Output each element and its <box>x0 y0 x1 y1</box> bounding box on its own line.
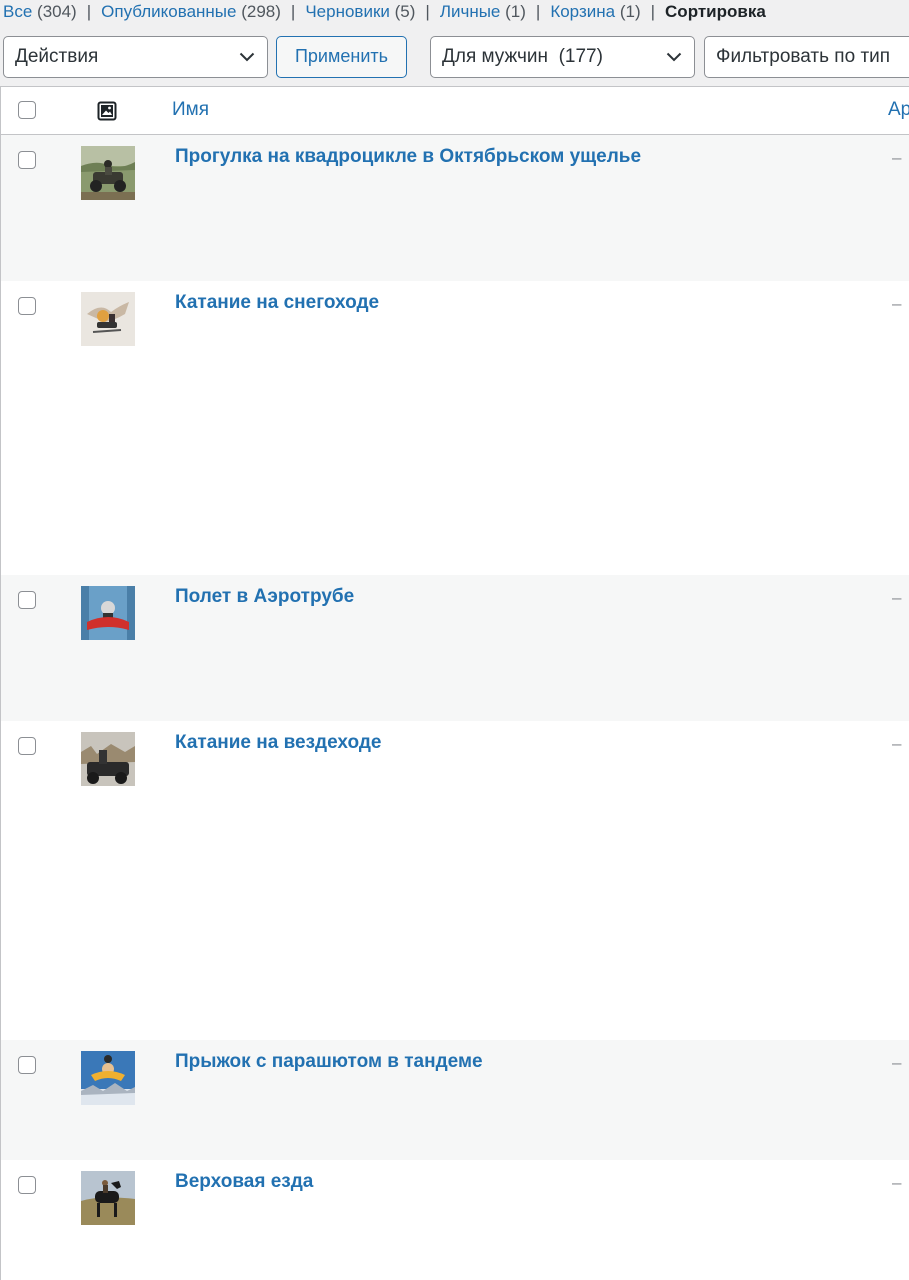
horse-riding-photo-icon[interactable] <box>81 1171 135 1225</box>
views-filter: Все (304) | Опубликованные (298) | Черновики… <box>3 0 766 24</box>
table-row: Катание на снегоходе – <box>1 281 909 575</box>
row-dash: – <box>892 734 902 753</box>
row-dash: – <box>892 588 902 607</box>
row-checkbox[interactable] <box>18 151 36 169</box>
row-checkbox[interactable] <box>18 1176 36 1194</box>
type-filter-value: Фильтровать по тип <box>716 46 891 67</box>
view-published-count: (298) <box>241 2 281 21</box>
row-dash: – <box>892 294 902 313</box>
separator: | <box>86 2 92 21</box>
row-title-link[interactable]: Полет в Аэротрубе <box>175 586 354 608</box>
bulk-actions-value: Действия <box>15 46 99 67</box>
view-drafts-link[interactable]: Черновики <box>305 2 390 21</box>
row-title-link[interactable]: Катание на снегоходе <box>175 292 379 314</box>
table-row: Полет в Аэротрубе – <box>1 575 909 721</box>
wind-tunnel-photo-icon[interactable] <box>81 586 135 640</box>
view-all-link[interactable]: Все <box>3 2 32 21</box>
apply-button[interactable]: Применить <box>276 36 407 78</box>
category-filter-value: Для мужчин (177) <box>442 46 603 67</box>
bulk-actions-select[interactable]: Действия <box>3 36 268 78</box>
separator: | <box>650 2 656 21</box>
separator: | <box>425 2 430 21</box>
row-title-link[interactable]: Верховая езда <box>175 1171 313 1193</box>
separator: | <box>290 2 296 21</box>
row-dash: – <box>892 1173 902 1192</box>
table-header: Имя Ар <box>1 87 909 135</box>
select-all-checkbox[interactable] <box>18 101 36 119</box>
column-next-header[interactable]: Ар <box>888 99 909 121</box>
table-row: Прогулка на квадроцикле в Октябрьском ущ… <box>1 135 909 281</box>
chevron-down-icon <box>238 37 256 77</box>
all-terrain-vehicle-photo-icon[interactable] <box>81 732 135 786</box>
row-checkbox[interactable] <box>18 1056 36 1074</box>
row-title-link[interactable]: Катание на вездеходе <box>175 732 382 754</box>
view-private-link[interactable]: Личные <box>440 2 501 21</box>
atv-photo-icon[interactable] <box>81 146 135 200</box>
row-title-link[interactable]: Прыжок с парашютом в тандеме <box>175 1051 483 1073</box>
type-filter-select[interactable]: Фильтровать по тип <box>704 36 909 78</box>
view-trash-link[interactable]: Корзина <box>550 2 615 21</box>
view-private-count: (1) <box>505 2 526 21</box>
category-filter-select[interactable]: Для мужчин (177) <box>430 36 695 78</box>
snowmobile-photo-icon[interactable] <box>81 292 135 346</box>
table-row: Катание на вездеходе – <box>1 721 909 1040</box>
row-title-link[interactable]: Прогулка на квадроцикле в Октябрьском ущ… <box>175 146 641 168</box>
column-name-header[interactable]: Имя <box>172 99 209 121</box>
view-all-count: (304) <box>37 2 77 21</box>
separator: | <box>535 2 541 21</box>
row-checkbox[interactable] <box>18 591 36 609</box>
view-trash-count: (1) <box>619 2 641 21</box>
row-dash: – <box>892 148 902 167</box>
chevron-down-icon <box>665 37 683 77</box>
posts-table: Имя Ар Прогулка на квадроцикле в Октябрь… <box>0 86 909 1280</box>
image-icon <box>97 101 117 121</box>
tablenav-top: Действия Применить Для мужчин (177) Филь… <box>0 36 909 80</box>
row-dash: – <box>892 1053 902 1072</box>
row-checkbox[interactable] <box>18 297 36 315</box>
skydiving-photo-icon[interactable] <box>81 1051 135 1105</box>
table-row: Прыжок с парашютом в тандеме – <box>1 1040 909 1160</box>
row-checkbox[interactable] <box>18 737 36 755</box>
view-sorting-current[interactable]: Сортировка <box>665 2 766 21</box>
view-published-link[interactable]: Опубликованные <box>101 2 236 21</box>
view-drafts-count: (5) <box>394 2 416 21</box>
table-row: Верховая езда – <box>1 1160 909 1280</box>
